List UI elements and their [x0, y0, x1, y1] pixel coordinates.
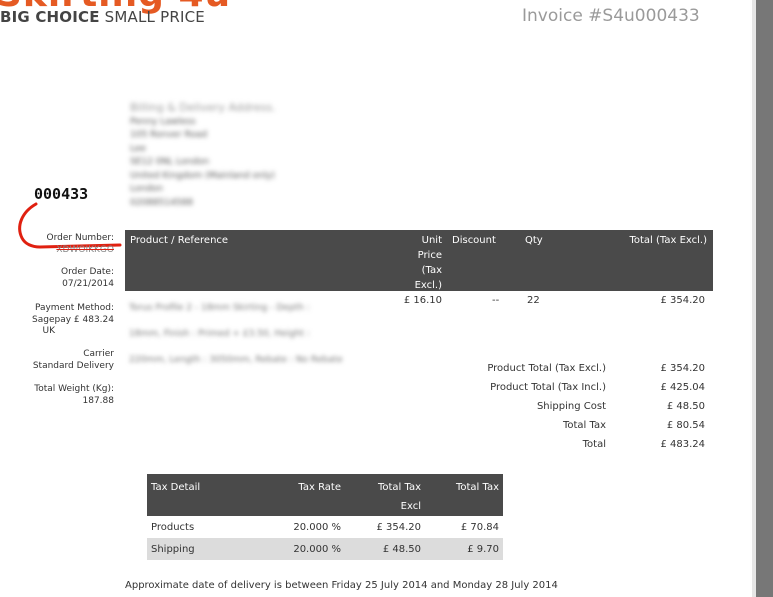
- product-table: Product / Reference Unit Price (Tax Excl…: [125, 230, 713, 365]
- invoice-title: Invoice #S4u000433: [522, 6, 700, 26]
- header-unit-price: Unit Price (Tax Excl.): [414, 235, 442, 291]
- tax-rate-cell: 20.000 %: [293, 521, 341, 533]
- order-date-label: Order Date:: [61, 267, 114, 277]
- weight-value: 187.88: [82, 395, 115, 406]
- tax-detail-table: Tax Detail Tax Rate Total Tax Excl Total …: [147, 474, 503, 560]
- table-row: Products 20.000 % £ 354.20 £ 70.84: [147, 516, 503, 538]
- address-line: United Kingdom (Mainland only): [130, 170, 275, 181]
- billing-address: Billing & Delivery Address. Penny Lawles…: [130, 101, 276, 210]
- address-line: 02088514588: [130, 197, 193, 208]
- tax-total-cell: £ 70.84: [460, 521, 499, 533]
- header-qty: Qty: [525, 235, 543, 246]
- carrier-label: Carrier: [83, 349, 114, 359]
- tax-excl-cell: £ 48.50: [345, 538, 425, 560]
- product-table-header: Product / Reference Unit Price (Tax Excl…: [125, 230, 713, 291]
- total-row: Product Total (Tax Excl.) £ 354.20: [487, 363, 705, 374]
- line-total-value: £ 354.20: [660, 295, 705, 306]
- order-date-block: Order Date: 07/21/2014: [0, 267, 114, 290]
- header-tax-rate: Tax Rate: [267, 474, 345, 516]
- payment-details: Sagepay £ 483.24: [32, 314, 114, 325]
- totals-summary: Product Total (Tax Excl.) £ 354.20 Produc…: [430, 361, 710, 456]
- weight-label: Total Weight (Kg):: [34, 384, 114, 394]
- tax-detail-cell: Shipping: [147, 538, 267, 560]
- total-row: Total £ 483.24: [582, 439, 705, 450]
- tax-detail-cell: Products: [151, 521, 195, 533]
- header-tax-detail: Tax Detail: [147, 474, 267, 516]
- total-row: Shipping Cost £ 48.50: [536, 401, 705, 412]
- address-line: 105 Ronver Road: [130, 130, 208, 140]
- tax-table-header: Tax Detail Tax Rate Total Tax Excl Total …: [147, 474, 503, 516]
- viewer-background: [756, 0, 773, 597]
- carrier-block: Carrier Standard Delivery: [0, 349, 114, 372]
- address-line: London: [130, 184, 163, 194]
- header-total: Total (Tax Excl.): [629, 235, 707, 246]
- table-row: Torus Profile 2 - 18mm Skirting - Depth …: [125, 291, 713, 365]
- discount-value: --: [492, 295, 500, 306]
- order-number-value: XDWOIKKGO: [56, 244, 114, 255]
- address-title: Billing & Delivery Address.: [130, 101, 276, 114]
- invoice-page: Skirting 4u BIG CHOICE SMALL PRICE Invoi…: [0, 0, 752, 597]
- address-line: Lee: [130, 143, 146, 154]
- payment-label: Payment Method:: [34, 303, 114, 313]
- order-number-label: Order Number:: [46, 233, 114, 243]
- total-row: Total Tax £ 80.54: [562, 420, 705, 431]
- total-row: Product Total (Tax Incl.) £ 425.04: [490, 382, 705, 393]
- header-total-tax: Total Tax: [425, 474, 503, 516]
- weight-block: Total Weight (Kg): 187.88: [0, 384, 114, 407]
- header-product: Product / Reference: [130, 235, 229, 246]
- qty-value: 22: [527, 295, 540, 306]
- table-row: Shipping 20.000 % £ 48.50 £ 9.70: [147, 538, 503, 560]
- product-description: Torus Profile 2 - 18mm Skirting - Depth …: [129, 303, 343, 365]
- order-date-value: 07/21/2014: [62, 278, 114, 289]
- delivery-estimate: Approximate date of delivery is between …: [125, 580, 558, 591]
- payment-country: UK: [42, 326, 56, 336]
- carrier-value: Standard Delivery: [32, 360, 114, 371]
- order-number-block: Order Number: XDWOIKKGO: [0, 233, 114, 256]
- unit-price-value: £ 16.10: [403, 295, 442, 306]
- address-line: Penny Lawless: [130, 116, 196, 127]
- brand-tagline: BIG CHOICE SMALL PRICE: [0, 8, 205, 26]
- tax-excl-cell: £ 354.20: [376, 521, 421, 533]
- header-discount: Discount: [452, 235, 496, 246]
- tax-total-cell: £ 9.70: [425, 538, 503, 560]
- payment-block: Payment Method: Sagepay £ 483.24 UK: [0, 303, 114, 338]
- header-total-excl: Total Tax Excl: [345, 474, 425, 516]
- address-line: SE12 0NL London: [130, 157, 210, 167]
- tax-rate-cell: 20.000 %: [267, 538, 345, 560]
